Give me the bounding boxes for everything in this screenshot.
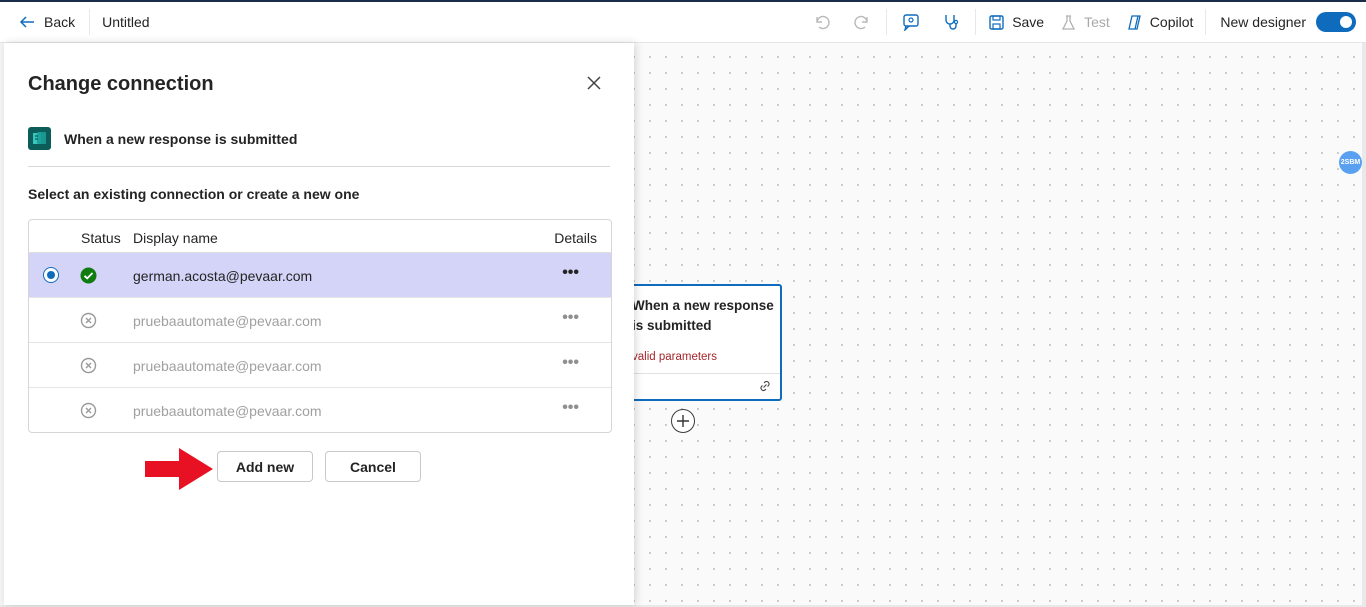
test-label: Test xyxy=(1084,14,1110,30)
back-label: Back xyxy=(44,14,76,30)
flow-title[interactable]: Untitled xyxy=(90,2,149,42)
chat-search-icon xyxy=(903,14,919,31)
trigger-card-title: When a new response is submitted xyxy=(632,298,774,333)
test-button[interactable]: Test xyxy=(1052,2,1118,42)
header-status: Status xyxy=(81,230,121,246)
connection-display-name: pruebaautomate@pevaar.com xyxy=(133,313,322,329)
connection-display-name: pruebaautomate@pevaar.com xyxy=(133,358,322,374)
more-options-button[interactable]: ••• xyxy=(562,265,579,281)
toolbar-divider xyxy=(1205,9,1207,35)
plus-icon xyxy=(677,415,689,427)
more-options-button[interactable]: ••• xyxy=(562,400,579,416)
trigger-row: When a new response is submitted xyxy=(28,127,297,150)
back-button[interactable]: Back xyxy=(0,9,91,35)
table-row[interactable]: pruebaautomate@pevaar.com ••• xyxy=(29,343,611,388)
copilot-icon xyxy=(1127,14,1141,30)
connection-display-name: pruebaautomate@pevaar.com xyxy=(133,403,322,419)
close-button[interactable] xyxy=(584,73,604,93)
stethoscope-icon xyxy=(945,15,959,30)
check-circle-icon xyxy=(80,267,97,284)
toolbar-divider xyxy=(886,9,888,35)
canvas-edge xyxy=(1362,43,1366,607)
new-designer-toggle[interactable] xyxy=(1316,12,1356,32)
error-circle-icon xyxy=(80,312,97,329)
more-options-button[interactable]: ••• xyxy=(562,355,579,371)
redo-button[interactable] xyxy=(842,2,882,42)
add-step-button[interactable] xyxy=(671,409,695,433)
table-row[interactable]: pruebaautomate@pevaar.com ••• xyxy=(29,298,611,343)
trigger-card[interactable]: When a new response is submitted valid p… xyxy=(620,284,782,401)
error-circle-icon xyxy=(80,357,97,374)
instruction-text: Select an existing connection or create … xyxy=(28,186,360,202)
save-button[interactable]: Save xyxy=(980,2,1052,42)
annotation-arrow-icon xyxy=(145,448,213,490)
panel-title: Change connection xyxy=(28,73,214,95)
table-row[interactable]: pruebaautomate@pevaar.com ••• xyxy=(29,388,611,432)
header-details: Details xyxy=(554,230,597,246)
close-icon xyxy=(587,76,601,90)
table-row[interactable]: german.acosta@pevaar.com ••• xyxy=(29,253,611,298)
new-designer-toggle-group: New designer xyxy=(1210,2,1366,42)
flow-checker-button[interactable] xyxy=(891,2,931,42)
change-connection-panel: Change connection When a new response is… xyxy=(4,43,634,605)
header-display-name: Display name xyxy=(133,230,218,246)
divider xyxy=(28,166,610,167)
redo-icon xyxy=(854,15,868,30)
connection-display-name: german.acosta@pevaar.com xyxy=(133,268,313,284)
table-header: Status Display name Details xyxy=(29,220,611,253)
microsoft-forms-icon xyxy=(28,127,51,150)
copilot-button[interactable]: Copilot xyxy=(1118,2,1202,42)
add-new-button[interactable]: Add new xyxy=(217,451,313,482)
save-label: Save xyxy=(1012,14,1045,30)
flow-checker-stethoscope-button[interactable] xyxy=(931,2,971,42)
undo-button[interactable] xyxy=(802,2,842,42)
trigger-card-footer xyxy=(622,373,780,399)
save-icon xyxy=(989,14,1004,30)
arrow-left-icon xyxy=(19,16,34,28)
top-bar: Back Untitled Save Test Copilot New desi… xyxy=(0,0,1366,43)
cancel-button[interactable]: Cancel xyxy=(325,451,421,482)
trigger-label: When a new response is submitted xyxy=(64,130,298,147)
undo-icon xyxy=(816,15,830,30)
connection-radio[interactable] xyxy=(43,267,59,283)
link-icon[interactable] xyxy=(758,379,772,393)
trigger-card-error: valid parameters xyxy=(632,351,718,363)
toolbar-divider xyxy=(975,9,977,35)
error-circle-icon xyxy=(80,402,97,419)
copilot-label: Copilot xyxy=(1149,14,1194,30)
flask-icon xyxy=(1062,14,1076,30)
collaborator-avatar[interactable]: 2SBM xyxy=(1339,151,1362,174)
connections-table: Status Display name Details german.acost… xyxy=(28,219,612,433)
more-options-button[interactable]: ••• xyxy=(562,310,579,326)
new-designer-label: New designer xyxy=(1220,14,1306,30)
